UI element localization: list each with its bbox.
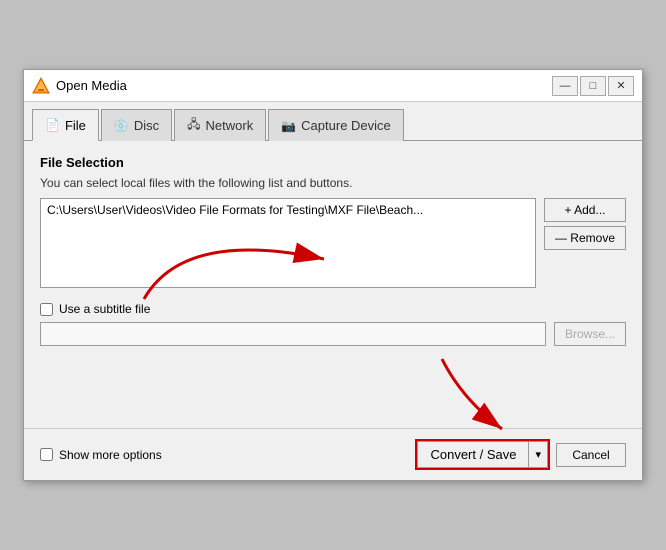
file-list-item: C:\Users\User\Videos\Video File Formats … xyxy=(47,203,529,217)
bottom-buttons: Convert / Save ▾ Cancel xyxy=(415,439,626,470)
bottom-bar: Show more options Convert / Save ▾ Cance… xyxy=(24,428,642,480)
file-list-box[interactable]: C:\Users\User\Videos\Video File Formats … xyxy=(40,198,536,288)
section-description: You can select local files with the foll… xyxy=(40,176,626,190)
tab-file-label: File xyxy=(65,118,86,133)
file-buttons: + Add... — Remove xyxy=(544,198,626,288)
tab-capture[interactable]: 📷 Capture Device xyxy=(268,109,404,141)
main-content: File Selection You can select local file… xyxy=(24,141,642,428)
subtitle-checkbox[interactable] xyxy=(40,303,53,316)
subtitle-checkbox-row: Use a subtitle file xyxy=(40,302,626,316)
show-more-label[interactable]: Show more options xyxy=(59,448,162,462)
add-button[interactable]: + Add... xyxy=(544,198,626,222)
title-bar-controls: — □ ✕ xyxy=(552,76,634,96)
convert-save-button[interactable]: Convert / Save xyxy=(417,441,528,468)
vlc-icon xyxy=(32,77,50,95)
minimize-button[interactable]: — xyxy=(552,76,578,96)
tab-capture-label: Capture Device xyxy=(301,118,391,133)
tab-file[interactable]: 📄 File xyxy=(32,109,99,141)
title-bar-left: Open Media xyxy=(32,77,127,95)
disc-tab-icon: 💿 xyxy=(114,119,129,133)
network-tab-icon: 🖧 xyxy=(187,115,200,136)
section-label: File Selection xyxy=(40,155,626,170)
window-title: Open Media xyxy=(56,78,127,93)
subtitle-input[interactable] xyxy=(40,322,546,346)
cancel-button[interactable]: Cancel xyxy=(556,443,626,467)
remove-button[interactable]: — Remove xyxy=(544,226,626,250)
spacer xyxy=(40,354,626,414)
browse-button[interactable]: Browse... xyxy=(554,322,626,346)
subtitle-input-row: Browse... xyxy=(40,322,626,346)
tab-network-label: Network xyxy=(206,118,254,133)
subtitle-checkbox-label[interactable]: Use a subtitle file xyxy=(59,302,150,316)
tab-disc[interactable]: 💿 Disc xyxy=(101,109,172,141)
tab-disc-label: Disc xyxy=(134,118,159,133)
file-tab-icon: 📄 xyxy=(45,118,60,132)
tab-network[interactable]: 🖧 Network xyxy=(174,109,266,141)
convert-save-dropdown[interactable]: ▾ xyxy=(528,441,548,468)
show-more-row: Show more options xyxy=(40,448,162,462)
title-bar: Open Media — □ ✕ xyxy=(24,70,642,102)
open-media-dialog: Open Media — □ ✕ 📄 File 💿 Disc 🖧 Network… xyxy=(23,69,643,481)
show-more-checkbox[interactable] xyxy=(40,448,53,461)
tab-bar: 📄 File 💿 Disc 🖧 Network 📷 Capture Device xyxy=(24,102,642,141)
close-button[interactable]: ✕ xyxy=(608,76,634,96)
convert-save-group: Convert / Save ▾ xyxy=(415,439,550,470)
file-selection-area: C:\Users\User\Videos\Video File Formats … xyxy=(40,198,626,288)
capture-tab-icon: 📷 xyxy=(281,119,296,133)
restore-button[interactable]: □ xyxy=(580,76,606,96)
